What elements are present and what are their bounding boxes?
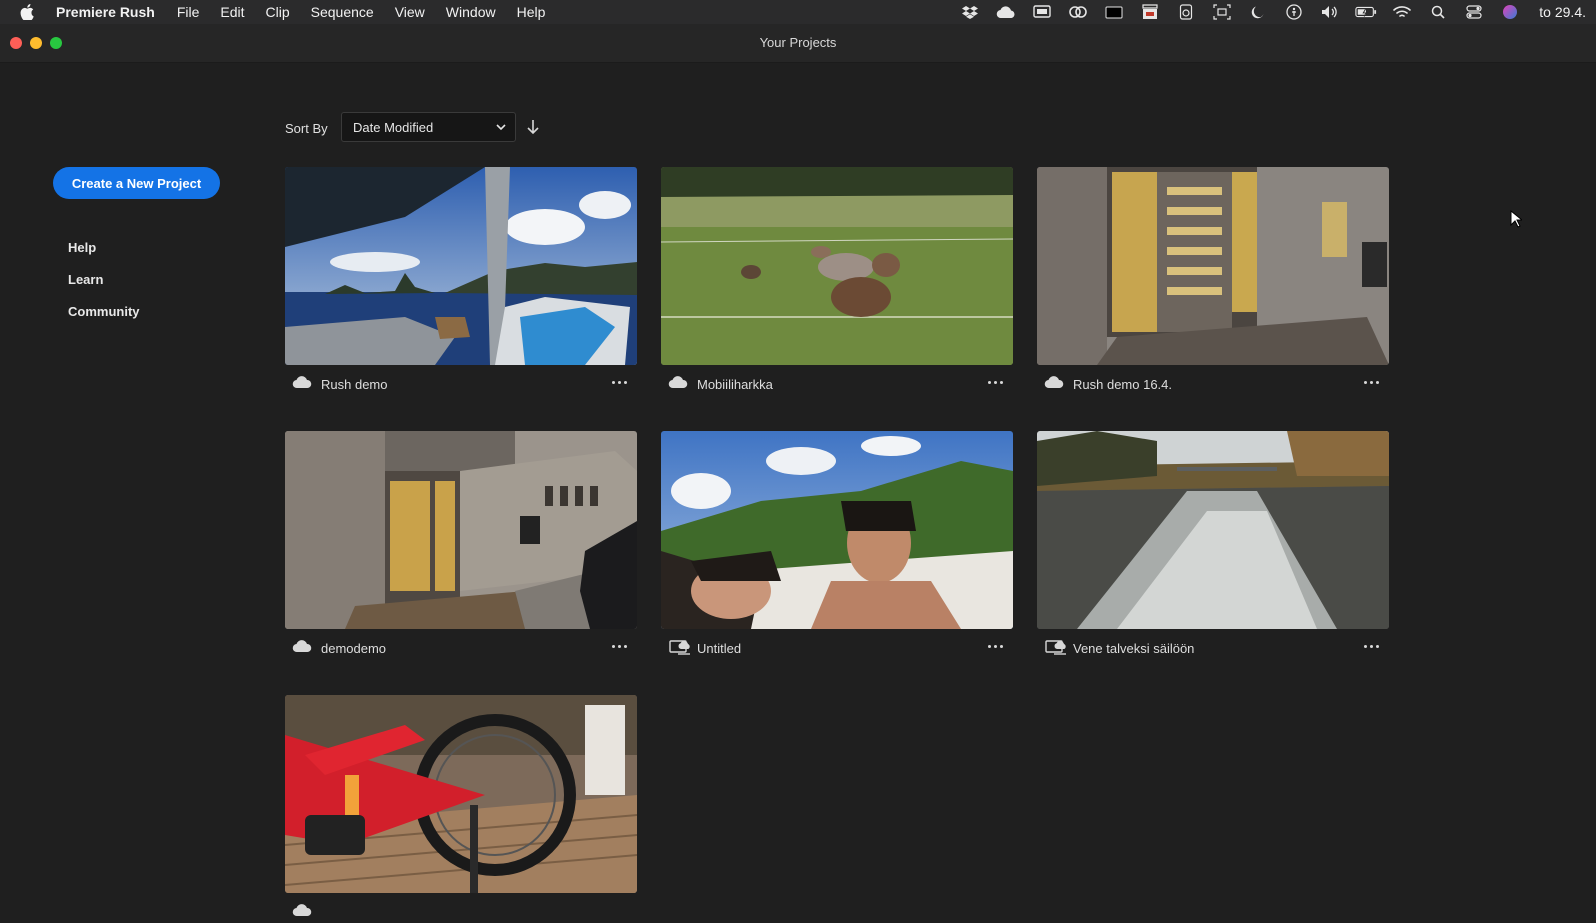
accessibility-icon[interactable] (1283, 4, 1305, 20)
cloud-icon (292, 376, 312, 389)
project-card[interactable]: Vene talveksi säilöön (1037, 431, 1389, 659)
display-icon[interactable] (1031, 4, 1053, 20)
window-titlebar: Your Projects (0, 24, 1596, 63)
sidebar-link-learn[interactable]: Learn (68, 272, 103, 287)
menu-clip[interactable]: Clip (266, 4, 290, 20)
project-name: Vene talveksi säilöön (1073, 641, 1195, 656)
cloud-sync-icon (1045, 640, 1066, 655)
creative-cloud-icon[interactable] (1067, 4, 1089, 20)
search-icon[interactable] (1427, 4, 1449, 20)
cloud-icon (292, 904, 312, 917)
project-name: demodemo (321, 641, 387, 656)
dropbox-icon[interactable] (959, 4, 981, 20)
clapperboard-icon[interactable] (1139, 4, 1161, 20)
menu-clock[interactable]: to 29.4. (1539, 4, 1586, 20)
timer-icon[interactable] (1175, 4, 1197, 20)
cloud-icon (668, 376, 688, 389)
project-name: Mobiiliharkka (697, 377, 773, 392)
control-center-icon[interactable] (1463, 4, 1485, 20)
cloud-icon (292, 640, 312, 653)
project-card[interactable]: demodemo (285, 431, 637, 659)
cloud-icon (1044, 376, 1064, 389)
cloud-status-icon[interactable] (995, 4, 1017, 20)
project-thumbnail[interactable] (285, 167, 637, 365)
siri-icon[interactable] (1499, 4, 1521, 20)
volume-icon[interactable] (1319, 4, 1341, 20)
more-options-button[interactable] (985, 638, 1005, 654)
moon-icon[interactable] (1247, 4, 1269, 20)
menu-help[interactable]: Help (517, 4, 546, 20)
apple-icon[interactable] (20, 4, 38, 20)
sidebar-link-community[interactable]: Community (68, 304, 140, 319)
sort-direction-arrow-icon[interactable] (525, 118, 541, 136)
project-thumbnail[interactable] (1037, 167, 1389, 365)
menu-view[interactable]: View (395, 4, 425, 20)
project-thumbnail[interactable] (661, 167, 1013, 365)
app-menu[interactable]: Premiere Rush (56, 4, 155, 20)
project-thumbnail[interactable] (285, 695, 637, 893)
mouse-cursor-icon (1510, 210, 1522, 228)
sort-by-label: Sort By (285, 121, 328, 136)
more-options-button[interactable] (609, 374, 629, 390)
chevron-down-icon (496, 124, 506, 131)
more-options-button[interactable] (1361, 374, 1381, 390)
project-card[interactable]: Rush demo 16.4. (1037, 167, 1389, 395)
project-thumbnail[interactable] (1037, 431, 1389, 629)
menu-window[interactable]: Window (446, 4, 496, 20)
wifi-icon[interactable] (1391, 4, 1413, 20)
sort-select-value: Date Modified (353, 119, 434, 135)
create-new-project-button[interactable]: Create a New Project (53, 167, 220, 199)
project-name: Untitled (697, 641, 742, 656)
window-title: Your Projects (759, 35, 837, 50)
menu-sequence[interactable]: Sequence (311, 4, 374, 20)
menu-edit[interactable]: Edit (220, 4, 244, 20)
project-card[interactable]: Mobiiliharkka (661, 167, 1013, 395)
cloud-sync-icon (669, 640, 690, 655)
battery-icon[interactable] (1355, 4, 1377, 20)
sidebar-link-help[interactable]: Help (68, 240, 96, 255)
project-thumbnail[interactable] (661, 431, 1013, 629)
sort-select[interactable]: Date Modified (341, 112, 516, 142)
project-card[interactable]: Untitled (661, 431, 1013, 659)
screenshot-icon[interactable] (1211, 4, 1233, 20)
video-camera-icon[interactable] (1103, 4, 1125, 20)
more-options-button[interactable] (985, 374, 1005, 390)
project-name: Rush demo 16.4. (1073, 377, 1173, 392)
menu-bar: Premiere Rush File Edit Clip Sequence Vi… (0, 0, 1596, 24)
project-name: Rush demo (321, 377, 388, 392)
menu-file[interactable]: File (177, 4, 200, 20)
project-card[interactable] (285, 695, 637, 923)
more-options-button[interactable] (609, 638, 629, 654)
status-area: to 29.4. (959, 0, 1586, 24)
project-thumbnail[interactable] (285, 431, 637, 629)
more-options-button[interactable] (1361, 638, 1381, 654)
project-card[interactable]: Rush demo (285, 167, 637, 395)
